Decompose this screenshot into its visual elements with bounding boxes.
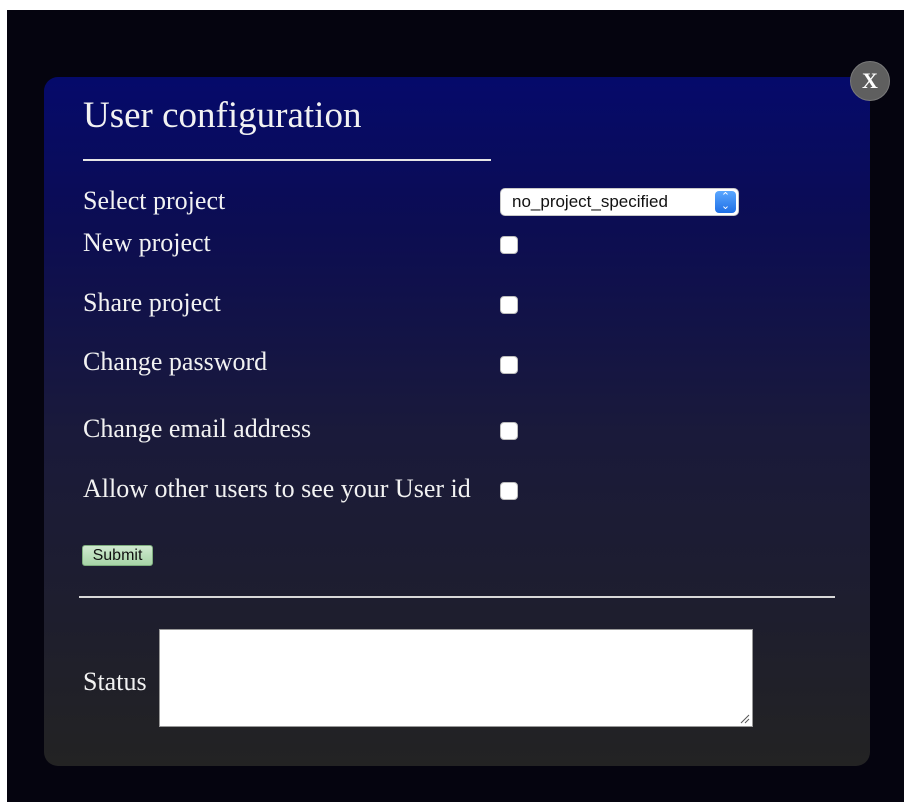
allow-user-id-checkbox[interactable] bbox=[500, 482, 518, 500]
form-divider bbox=[79, 596, 835, 598]
submit-button-label: Submit bbox=[92, 546, 143, 564]
status-label: Status bbox=[83, 667, 147, 696]
new-project-checkbox[interactable] bbox=[500, 236, 518, 254]
change-password-checkbox[interactable] bbox=[500, 356, 518, 374]
share-project-checkbox[interactable] bbox=[500, 296, 518, 314]
project-select-value: no_project_specified bbox=[512, 192, 668, 211]
share-project-label: Share project bbox=[83, 288, 221, 317]
status-textarea[interactable] bbox=[159, 629, 753, 727]
close-button[interactable]: X bbox=[850, 61, 890, 101]
title-divider bbox=[83, 159, 491, 161]
change-email-label: Change email address bbox=[83, 414, 312, 443]
dialog-title: User configuration bbox=[83, 95, 362, 136]
close-icon: X bbox=[862, 68, 878, 93]
change-password-label: Change password bbox=[83, 347, 268, 376]
new-project-label: New project bbox=[83, 228, 211, 257]
submit-button[interactable]: Submit bbox=[82, 545, 153, 566]
project-select[interactable]: no_project_specified ⌃ ⌄ bbox=[500, 188, 739, 216]
select-project-label: Select project bbox=[83, 186, 226, 215]
allow-user-id-label: Allow other users to see your User id bbox=[83, 474, 471, 503]
chevron-up-down-icon: ⌃ ⌄ bbox=[715, 191, 736, 213]
change-email-checkbox[interactable] bbox=[500, 422, 518, 440]
